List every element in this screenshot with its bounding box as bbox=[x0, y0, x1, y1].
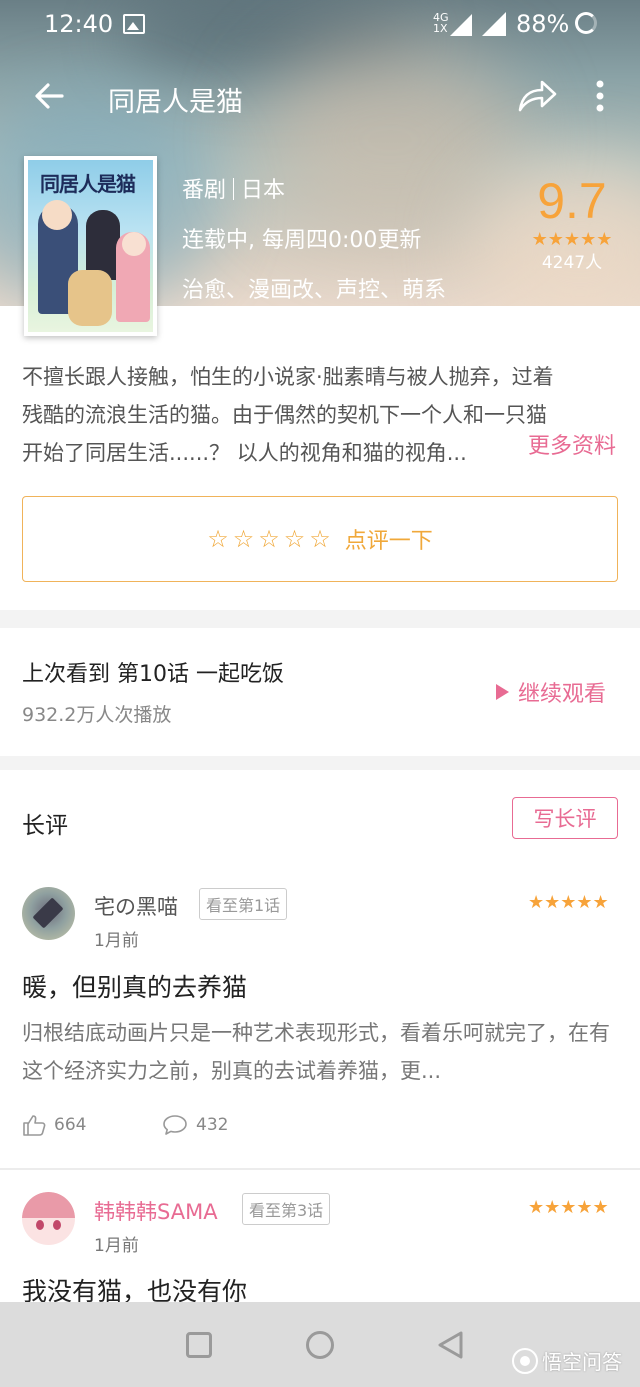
review-time: 1月前 bbox=[94, 931, 139, 951]
anime-meta: 番剧 日本 连载中, 每周四0:00更新 治愈、漫画改、声控、萌系 bbox=[182, 166, 446, 316]
status-time: 12:40 bbox=[44, 10, 114, 38]
continue-watching-button[interactable]: 继续观看 bbox=[496, 676, 606, 708]
more-info-link[interactable]: 更多资料 bbox=[528, 428, 616, 460]
wifi-signal-icon bbox=[482, 12, 506, 36]
review-username[interactable]: 宅の黑喵 bbox=[94, 891, 178, 921]
like-button[interactable]: 664 bbox=[22, 1114, 86, 1136]
comment-icon bbox=[163, 1115, 187, 1135]
page-title: 同居人是猫 bbox=[108, 87, 243, 118]
comment-count: 432 bbox=[196, 1115, 229, 1135]
rate-button[interactable]: ☆☆☆☆☆ 点评一下 bbox=[22, 496, 618, 582]
review-username[interactable]: 韩韩韩SAMA bbox=[94, 1196, 218, 1226]
last-watched-row[interactable]: 上次看到 第10话 一起吃饭 932.2万人次播放 继续观看 bbox=[0, 628, 640, 756]
network-type-label: 4G 1X bbox=[433, 11, 449, 35]
system-nav-bar: 悟空问答 bbox=[0, 1302, 640, 1387]
review-title: 暖，但别真的去养猫 bbox=[22, 973, 248, 1002]
comment-button[interactable]: 432 bbox=[162, 1114, 228, 1136]
review-stars: ★★★★★ bbox=[528, 892, 609, 913]
type-region: 番剧 日本 bbox=[182, 166, 446, 216]
anime-poster[interactable]: 同居人是猫 bbox=[24, 156, 157, 336]
review-excerpt: 归根结底动画片只是一种艺术表现形式，看着乐呵就完了，在有这个经济实力之前，别真的… bbox=[22, 1021, 610, 1083]
review-stars: ★★★★★ bbox=[528, 1197, 609, 1218]
review-time: 1月前 bbox=[94, 1236, 139, 1256]
score-value: 9.7 bbox=[537, 173, 607, 229]
rate-stars-icon: ☆☆☆☆☆ bbox=[207, 525, 335, 553]
signal-icon bbox=[450, 14, 472, 36]
share-icon[interactable] bbox=[516, 76, 558, 116]
score-block: 9.7 ★★★★★ 4247人 bbox=[520, 172, 624, 276]
progress-badge: 看至第3话 bbox=[242, 1193, 331, 1225]
avatar[interactable] bbox=[22, 887, 75, 940]
status-bar: 12:40 4G 1X 88% bbox=[0, 0, 640, 48]
like-count: 664 bbox=[54, 1115, 87, 1135]
recent-apps-icon[interactable] bbox=[186, 1332, 212, 1358]
section-gap bbox=[0, 756, 640, 770]
toolbar: 同居人是猫 bbox=[0, 60, 640, 136]
rate-label: 点评一下 bbox=[344, 529, 433, 554]
battery-percentage: 88% bbox=[516, 10, 570, 38]
home-icon[interactable] bbox=[306, 1331, 334, 1359]
region-label: 日本 bbox=[241, 178, 286, 203]
avatar[interactable] bbox=[22, 1192, 75, 1245]
poster-title: 同居人是猫 bbox=[40, 172, 136, 196]
write-review-button[interactable]: 写长评 bbox=[512, 797, 618, 839]
play-count: 932.2万人次播放 bbox=[22, 704, 172, 726]
divider bbox=[0, 1168, 640, 1170]
play-icon bbox=[496, 684, 509, 700]
more-options-icon[interactable] bbox=[588, 76, 612, 116]
progress-badge: 看至第1话 bbox=[199, 888, 288, 920]
schedule-label: 连载中, 每周四0:00更新 bbox=[182, 228, 422, 253]
long-reviews-heading: 长评 bbox=[22, 813, 68, 839]
last-watched-title: 上次看到 第10话 一起吃饭 bbox=[22, 662, 284, 687]
thumbs-up-icon bbox=[23, 1115, 46, 1136]
battery-icon bbox=[575, 12, 597, 34]
rating-count: 4247人 bbox=[541, 253, 603, 273]
back-triangle-icon[interactable] bbox=[436, 1330, 466, 1364]
watermark: 悟空问答 bbox=[512, 1346, 622, 1375]
tags-label: 治愈、漫画改、声控、萌系 bbox=[182, 278, 447, 303]
image-notification-icon bbox=[123, 14, 145, 34]
wukong-logo-icon bbox=[512, 1347, 538, 1374]
type-label: 番剧 bbox=[182, 178, 227, 203]
score-stars: ★★★★★ bbox=[531, 229, 613, 250]
section-gap bbox=[0, 610, 640, 628]
back-arrow-icon[interactable] bbox=[30, 76, 70, 116]
